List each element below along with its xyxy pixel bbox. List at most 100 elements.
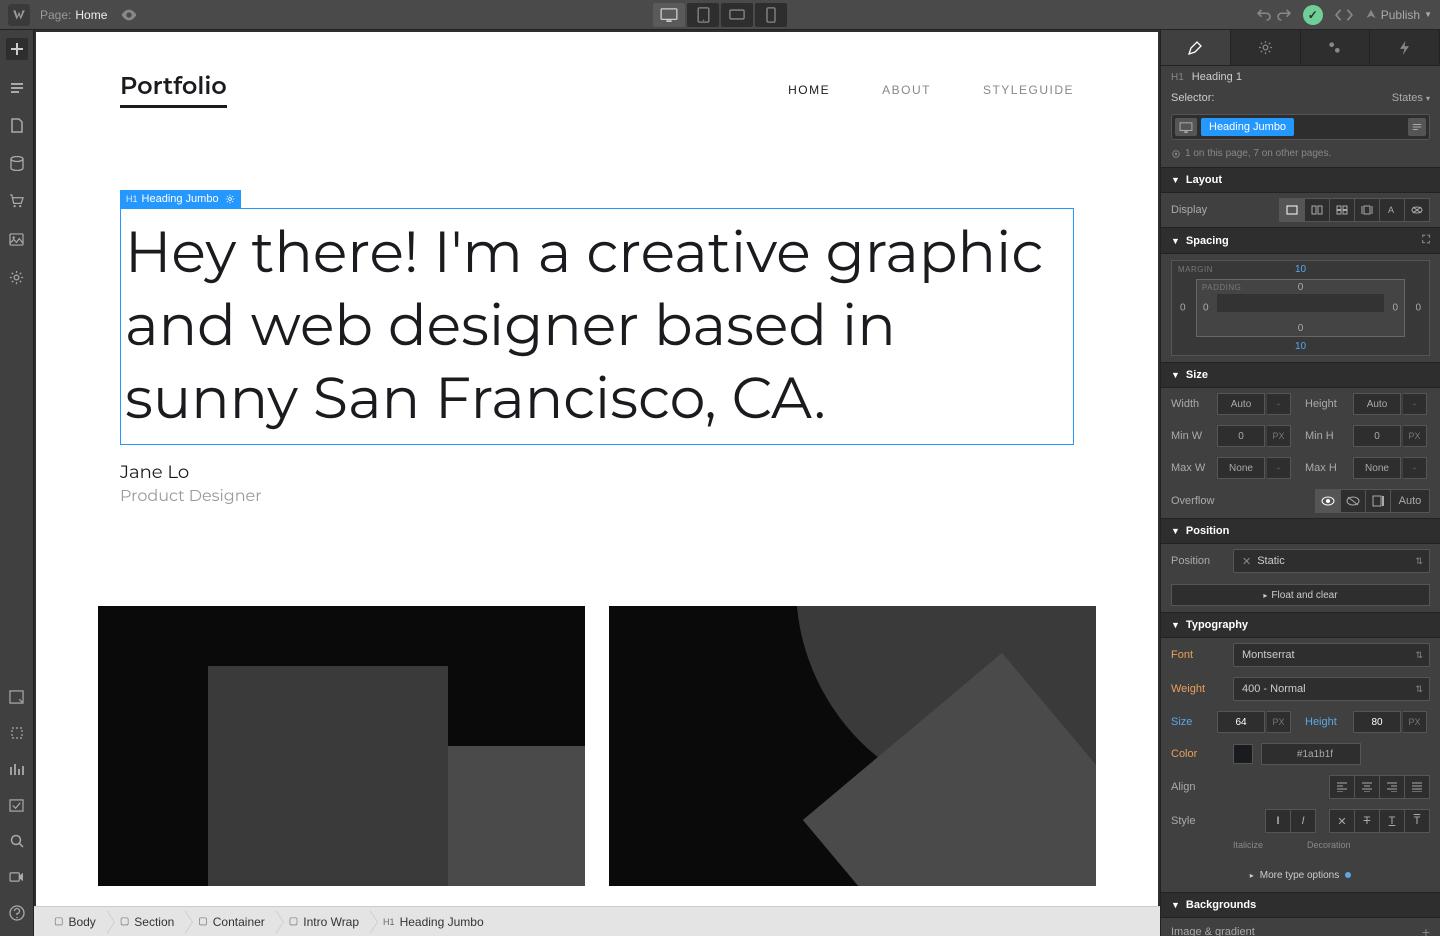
decoration-underline[interactable]: T bbox=[1379, 809, 1405, 833]
padding-top[interactable]: 0 bbox=[1298, 282, 1304, 293]
author-role[interactable]: Product Designer bbox=[120, 487, 1074, 506]
layout-section-header[interactable]: ▼Layout bbox=[1161, 167, 1440, 193]
class-selector[interactable]: Heading Jumbo bbox=[1171, 114, 1430, 140]
align-right[interactable] bbox=[1379, 775, 1405, 799]
display-none[interactable] bbox=[1404, 198, 1430, 222]
crumb-heading-jumbo[interactable]: H1Heading Jumbo bbox=[371, 907, 496, 936]
page-name[interactable]: Home bbox=[75, 8, 107, 22]
margin-right[interactable]: 0 bbox=[1415, 303, 1421, 314]
interactions-tab[interactable] bbox=[1301, 30, 1371, 65]
webflow-logo[interactable] bbox=[8, 4, 30, 26]
spacing-expand-icon[interactable]: ⛶ bbox=[1422, 234, 1430, 247]
status-check-icon[interactable]: ✓ bbox=[1303, 5, 1323, 25]
select-icon[interactable] bbox=[6, 722, 28, 744]
crumb-container[interactable]: ▢Container bbox=[186, 907, 276, 936]
overflow-auto[interactable]: Auto bbox=[1390, 489, 1430, 513]
design-canvas[interactable]: Portfolio HOME ABOUT STYLEGUIDE H1 Headi… bbox=[36, 32, 1158, 906]
minw-input[interactable]: 0 bbox=[1217, 425, 1265, 447]
tablet-breakpoint[interactable] bbox=[687, 3, 719, 27]
add-background-icon[interactable]: + bbox=[1422, 924, 1430, 936]
project-card-1[interactable] bbox=[98, 606, 585, 886]
position-select[interactable]: ✕Static bbox=[1233, 549, 1430, 573]
style-tab[interactable] bbox=[1161, 30, 1231, 65]
heading-jumbo[interactable]: Hey there! I'm a creative graphic and we… bbox=[120, 208, 1074, 445]
nav-link-styleguide[interactable]: STYLEGUIDE bbox=[983, 83, 1074, 97]
padding-left[interactable]: 0 bbox=[1203, 303, 1209, 314]
cms-icon[interactable] bbox=[6, 152, 28, 174]
align-left[interactable] bbox=[1329, 775, 1355, 799]
navigator-icon[interactable] bbox=[6, 686, 28, 708]
gear-icon[interactable] bbox=[225, 194, 235, 204]
italic-off[interactable]: I bbox=[1265, 809, 1291, 833]
padding-bottom[interactable]: 0 bbox=[1298, 323, 1304, 334]
preview-icon[interactable] bbox=[121, 9, 137, 21]
assets-icon[interactable] bbox=[6, 228, 28, 250]
states-dropdown[interactable]: States ▾ bbox=[1392, 92, 1430, 104]
display-block[interactable] bbox=[1279, 198, 1305, 222]
italic-on[interactable]: I bbox=[1290, 809, 1316, 833]
minh-input[interactable]: 0 bbox=[1353, 425, 1401, 447]
line-height-input[interactable]: 80 bbox=[1353, 711, 1401, 733]
weight-select[interactable]: 400 - Normal bbox=[1233, 677, 1430, 701]
publish-button[interactable]: Publish ▼ bbox=[1365, 8, 1432, 22]
class-tag[interactable]: Heading Jumbo bbox=[1201, 118, 1294, 136]
display-inline-block[interactable] bbox=[1354, 198, 1380, 222]
pages-icon[interactable] bbox=[6, 76, 28, 98]
crumb-intro-wrap[interactable]: ▢Intro Wrap bbox=[277, 907, 371, 936]
typography-section-header[interactable]: ▼Typography bbox=[1161, 612, 1440, 638]
margin-top[interactable]: 10 bbox=[1295, 264, 1306, 275]
position-section-header[interactable]: ▼Position bbox=[1161, 518, 1440, 544]
search-icon[interactable] bbox=[6, 830, 28, 852]
overflow-visible[interactable] bbox=[1315, 489, 1341, 513]
add-element-icon[interactable] bbox=[6, 38, 28, 60]
font-select[interactable]: Montserrat bbox=[1233, 643, 1430, 667]
display-grid[interactable] bbox=[1329, 198, 1355, 222]
phone-breakpoint[interactable] bbox=[755, 3, 787, 27]
audit-icon[interactable] bbox=[6, 758, 28, 780]
margin-bottom[interactable]: 10 bbox=[1295, 341, 1306, 352]
display-inline[interactable]: A bbox=[1379, 198, 1405, 222]
effects-tab[interactable] bbox=[1370, 30, 1440, 65]
author-name[interactable]: Jane Lo bbox=[120, 461, 1074, 483]
project-card-2[interactable] bbox=[609, 606, 1096, 886]
color-swatch[interactable] bbox=[1233, 744, 1253, 764]
backup-icon[interactable] bbox=[6, 794, 28, 816]
padding-right[interactable]: 0 bbox=[1392, 303, 1398, 314]
more-type-options[interactable]: ▸More type options bbox=[1171, 864, 1430, 886]
align-justify[interactable] bbox=[1404, 775, 1430, 799]
maxh-input[interactable]: None bbox=[1353, 457, 1401, 479]
desktop-breakpoint[interactable] bbox=[653, 3, 685, 27]
redo-icon[interactable] bbox=[1277, 9, 1291, 21]
site-logo[interactable]: Portfolio bbox=[120, 72, 227, 108]
code-export-icon[interactable] bbox=[1335, 8, 1353, 22]
page-icon[interactable] bbox=[6, 114, 28, 136]
display-flex[interactable] bbox=[1304, 198, 1330, 222]
crumb-body[interactable]: ▢Body bbox=[42, 907, 108, 936]
float-clear-button[interactable]: ▸Float and clear bbox=[1171, 584, 1430, 606]
align-center[interactable] bbox=[1354, 775, 1380, 799]
nav-link-home[interactable]: HOME bbox=[788, 83, 830, 97]
crumb-section[interactable]: ▢Section bbox=[108, 907, 186, 936]
spacing-editor[interactable]: MARGIN 10 10 0 0 PADDING 0 0 0 0 bbox=[1171, 260, 1430, 356]
decoration-strikethrough[interactable]: T bbox=[1354, 809, 1380, 833]
margin-left[interactable]: 0 bbox=[1180, 303, 1186, 314]
decoration-overline[interactable]: T bbox=[1404, 809, 1430, 833]
spacing-section-header[interactable]: ▼Spacing⛶ bbox=[1161, 227, 1440, 254]
color-hex-input[interactable]: #1a1b1f bbox=[1261, 743, 1361, 765]
backgrounds-section-header[interactable]: ▼Backgrounds bbox=[1161, 892, 1440, 918]
font-size-input[interactable]: 64 bbox=[1217, 711, 1265, 733]
settings-icon[interactable] bbox=[6, 266, 28, 288]
help-icon[interactable] bbox=[6, 902, 28, 924]
height-input[interactable]: Auto bbox=[1353, 393, 1401, 415]
landscape-phone-breakpoint[interactable] bbox=[721, 3, 753, 27]
maxw-input[interactable]: None bbox=[1217, 457, 1265, 479]
overflow-hidden[interactable] bbox=[1340, 489, 1366, 513]
overflow-scroll[interactable] bbox=[1365, 489, 1391, 513]
video-icon[interactable] bbox=[6, 866, 28, 888]
selected-element-badge[interactable]: H1 Heading Jumbo bbox=[120, 190, 241, 208]
undo-icon[interactable] bbox=[1257, 9, 1271, 21]
ecommerce-icon[interactable] bbox=[6, 190, 28, 212]
nav-link-about[interactable]: ABOUT bbox=[882, 83, 931, 97]
decoration-none[interactable]: ✕ bbox=[1329, 809, 1355, 833]
size-section-header[interactable]: ▼Size bbox=[1161, 362, 1440, 388]
